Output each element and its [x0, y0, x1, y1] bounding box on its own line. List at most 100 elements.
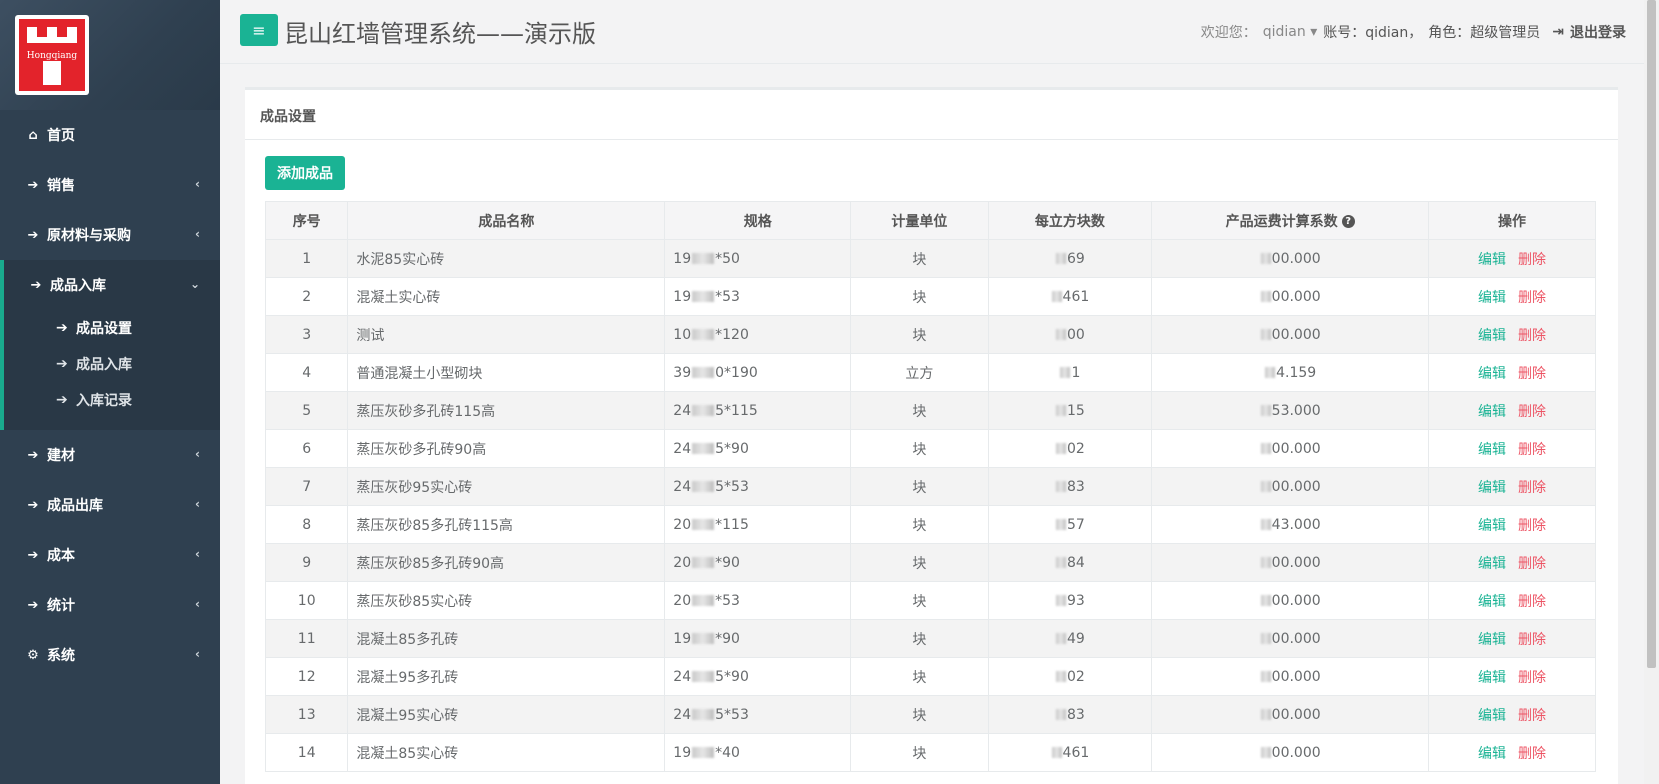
logout-label: 退出登录 [1570, 25, 1626, 41]
sidebar-item-home[interactable]: ⌂ 首页 [0, 110, 220, 160]
cell-no: 3 [264, 315, 349, 354]
sidebar-item-statistics[interactable]: ➔ 统计 ‹ [0, 580, 220, 630]
col-header-unit: 计量单位 [850, 201, 989, 240]
delete-link[interactable]: 删除 [1518, 252, 1546, 268]
edit-link[interactable]: 编辑 [1478, 404, 1506, 420]
cell-actions: 编辑 删除 [1428, 353, 1596, 392]
edit-link[interactable]: 编辑 [1478, 328, 1506, 344]
redacted-mark [692, 329, 715, 340]
redacted-mark [1260, 557, 1271, 568]
delete-link[interactable]: 删除 [1518, 442, 1546, 458]
redacted-mark [692, 291, 715, 302]
sidebar-subitem-inbound-records[interactable]: ➔ 入库记录 [4, 382, 220, 418]
edit-link[interactable]: 编辑 [1478, 632, 1506, 648]
cell-spec: 24 5*90 [664, 429, 852, 468]
redacted-mark [1051, 291, 1062, 302]
edit-link[interactable]: 编辑 [1478, 708, 1506, 724]
cell-name: 混凝土95实心砖 [347, 695, 666, 734]
table-row: 3 测试 10 *120 块 00 00.000 编辑 删除 [264, 315, 1596, 354]
delete-link[interactable]: 删除 [1518, 404, 1546, 420]
table-row: 11 混凝土85多孔砖 19 *90 块 49 00.000 编辑 删除 [264, 619, 1596, 658]
scrollbar-thumb[interactable] [1647, 0, 1656, 668]
add-product-button[interactable]: 添加成品 [265, 156, 345, 190]
sidebar-nav: ⌂ 首页 ➔ 销售 ‹ ➔ 原材料与采购 ‹ ➔ 成品入库 ⌄ ➔ 成品设置 ➔… [0, 110, 220, 680]
redacted-mark [1056, 443, 1066, 454]
delete-link[interactable]: 删除 [1518, 708, 1546, 724]
cell-spec: 24 5*115 [664, 391, 852, 430]
sidebar-item-cost[interactable]: ➔ 成本 ‹ [0, 530, 220, 580]
edit-link[interactable]: 编辑 [1478, 670, 1506, 686]
sidebar-item-materials[interactable]: ➔ 原材料与采购 ‹ [0, 210, 220, 260]
question-circle-icon[interactable]: ? [1341, 215, 1355, 228]
cell-actions: 编辑 删除 [1428, 695, 1596, 734]
delete-link[interactable]: 删除 [1518, 480, 1546, 496]
redacted-mark [692, 633, 715, 644]
sidebar-item-sales[interactable]: ➔ 销售 ‹ [0, 160, 220, 210]
menu-toggle-button[interactable]: ≡ [240, 14, 278, 46]
redacted-mark [692, 443, 715, 454]
sidebar-item-system[interactable]: ⚙ 系统 ‹ [0, 630, 220, 680]
cell-per-m3: 02 [987, 429, 1153, 468]
cell-spec: 20 *90 [664, 543, 852, 582]
edit-link[interactable]: 编辑 [1478, 480, 1506, 496]
cell-coefficient: 00.000 [1151, 657, 1430, 696]
chevron-down-icon: ⌄ [189, 277, 200, 291]
cell-actions: 编辑 删除 [1428, 391, 1596, 430]
scrollbar[interactable] [1644, 0, 1659, 784]
spec-prefix: 20 [673, 516, 692, 533]
redacted-mark [1051, 747, 1062, 758]
redacted-mark [1056, 595, 1066, 606]
edit-link[interactable]: 编辑 [1478, 746, 1506, 762]
sidebar-item-label: 系统 [47, 648, 75, 664]
delete-link[interactable]: 删除 [1518, 746, 1546, 762]
redacted-mark [692, 671, 715, 682]
logout-button[interactable]: ⇥ 退出登录 [1552, 22, 1626, 42]
coefficient-value: 00.000 [1271, 326, 1321, 343]
delete-link[interactable]: 删除 [1518, 328, 1546, 344]
delete-link[interactable]: 删除 [1518, 290, 1546, 306]
redacted-mark [692, 367, 715, 378]
redacted-mark [1056, 405, 1066, 416]
edit-link[interactable]: 编辑 [1478, 594, 1506, 610]
cell-name: 混凝土85多孔砖 [347, 619, 666, 658]
per-m3-value: 461 [1062, 288, 1090, 305]
sidebar-subitem-product-settings[interactable]: ➔ 成品设置 [4, 310, 220, 346]
per-m3-value: 57 [1067, 516, 1085, 533]
sidebar-item-product-inbound[interactable]: ➔ 成品入库 ⌄ [4, 260, 220, 310]
delete-link[interactable]: 删除 [1518, 632, 1546, 648]
cell-actions: 编辑 删除 [1428, 543, 1596, 582]
edit-link[interactable]: 编辑 [1478, 556, 1506, 572]
redacted-mark [692, 747, 715, 758]
redacted-mark [692, 253, 715, 264]
table-row: 12 混凝土95多孔砖 24 5*90 块 02 00.000 编辑 删除 [264, 657, 1596, 696]
arrow-right-icon: ➔ [56, 320, 68, 336]
sidebar-item-label: 销售 [47, 178, 75, 194]
account-label: 账号：qidian， [1323, 25, 1423, 41]
delete-link[interactable]: 删除 [1518, 594, 1546, 610]
edit-link[interactable]: 编辑 [1478, 366, 1506, 382]
edit-link[interactable]: 编辑 [1478, 290, 1506, 306]
coefficient-value: 43.000 [1271, 516, 1321, 533]
logo[interactable]: Hongqiang [15, 15, 89, 95]
col-header-actions: 操作 [1428, 201, 1596, 240]
edit-link[interactable]: 编辑 [1478, 252, 1506, 268]
user-dropdown[interactable]: qidian ▾ [1263, 24, 1318, 40]
sidebar-item-product-outbound[interactable]: ➔ 成品出库 ‹ [0, 480, 220, 530]
spec-suffix: *90 [715, 630, 740, 647]
cell-coefficient: 00.000 [1151, 429, 1430, 468]
per-m3-value: 83 [1067, 706, 1085, 723]
delete-link[interactable]: 删除 [1518, 366, 1546, 382]
hamburger-icon: ≡ [252, 20, 266, 40]
spec-suffix: 5*53 [715, 706, 749, 723]
cell-per-m3: 93 [987, 581, 1153, 620]
sidebar-subitem-product-inbound[interactable]: ➔ 成品入库 [4, 346, 220, 382]
redacted-mark [1260, 595, 1271, 606]
sidebar-item-building-materials[interactable]: ➔ 建材 ‹ [0, 430, 220, 480]
col-header-spec: 规格 [664, 201, 852, 240]
delete-link[interactable]: 删除 [1518, 518, 1546, 534]
delete-link[interactable]: 删除 [1518, 556, 1546, 572]
edit-link[interactable]: 编辑 [1478, 442, 1506, 458]
delete-link[interactable]: 删除 [1518, 670, 1546, 686]
cell-per-m3: 84 [987, 543, 1153, 582]
edit-link[interactable]: 编辑 [1478, 518, 1506, 534]
